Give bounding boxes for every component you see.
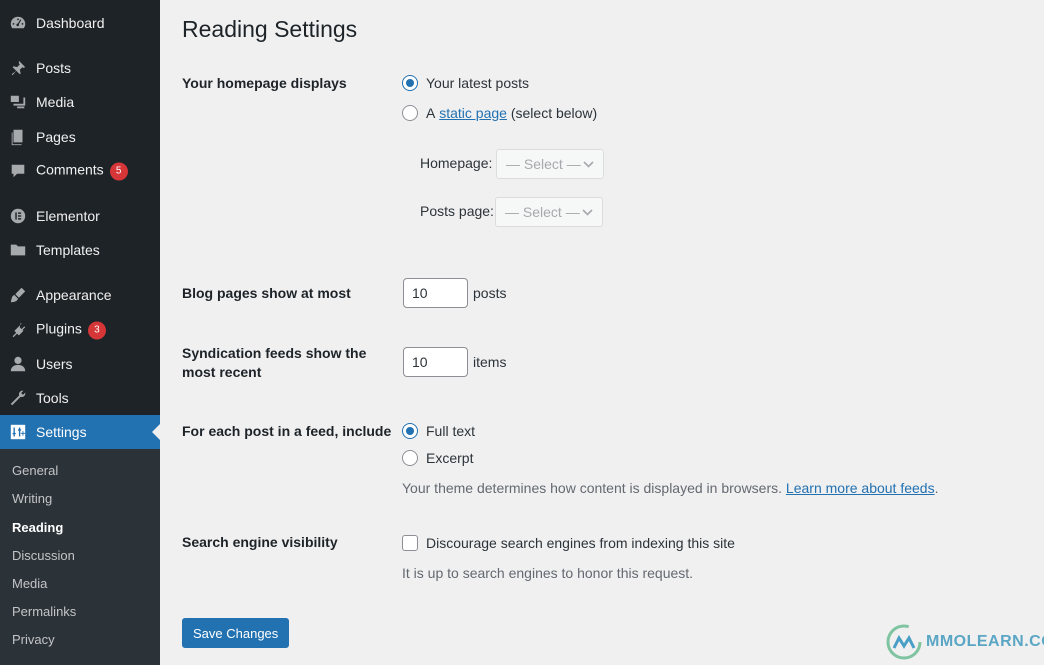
feed-items-input[interactable]: 10 (403, 347, 468, 377)
posts-per-page-input[interactable]: 10 (403, 278, 468, 308)
static-page-radio[interactable] (402, 105, 418, 121)
homepage-displays-label: Your homepage displays (182, 75, 347, 91)
static-page-prefix: A (426, 105, 436, 121)
feed-content-label: For each post in a feed, include (182, 423, 392, 439)
posts-page-select[interactable]: — Select — (495, 197, 603, 227)
menu-label: Users (36, 356, 73, 372)
static-page-suffix: (select below) (510, 105, 598, 121)
option-excerpt[interactable]: Excerpt (402, 450, 473, 466)
menu-appearance[interactable]: Appearance (0, 278, 160, 312)
menu-posts[interactable]: Posts (0, 51, 160, 85)
user-icon (9, 355, 27, 373)
menu-pages[interactable]: Pages (0, 120, 160, 154)
blog-pages-label: Blog pages show at most (182, 285, 351, 301)
menu-plugins[interactable]: Plugins 3 (0, 313, 160, 347)
menu-templates[interactable]: Templates (0, 233, 160, 267)
pin-icon (9, 59, 27, 77)
menu-label: Pages (36, 129, 76, 145)
feed-description-end: . (934, 480, 939, 496)
elementor-icon (9, 207, 27, 225)
full-text-radio[interactable] (402, 423, 418, 439)
menu-dashboard[interactable]: Dashboard (0, 6, 160, 40)
items-unit: items (473, 354, 507, 370)
menu-settings[interactable]: Settings (0, 415, 160, 449)
menu-label: Settings (36, 424, 87, 440)
submenu-reading[interactable]: Reading (12, 520, 63, 535)
page-title: Reading Settings (182, 16, 358, 42)
pages-icon (9, 128, 27, 146)
learn-more-feeds-link[interactable]: Learn more about feeds (786, 480, 935, 496)
plugins-update-badge: 3 (87, 321, 106, 340)
static-page-link[interactable]: static page (439, 105, 507, 121)
chevron-down-icon (582, 209, 593, 216)
comments-count-badge: 5 (109, 162, 128, 181)
submenu-general[interactable]: General (12, 463, 58, 478)
settings-icon (9, 423, 27, 441)
search-visibility-label: Search engine visibility (182, 534, 338, 550)
menu-elementor[interactable]: Elementor (0, 199, 160, 233)
watermark-text: MMOLEARN.COM (926, 633, 1044, 650)
homepage-select-value: — Select — (506, 156, 581, 172)
admin-sidebar: Dashboard Posts Media Pages Comments 5 El… (0, 0, 160, 665)
brush-icon (9, 286, 27, 304)
menu-label: Templates (36, 242, 100, 258)
menu-media[interactable]: Media (0, 85, 160, 119)
menu-users[interactable]: Users (0, 347, 160, 381)
submenu-discussion[interactable]: Discussion (12, 548, 75, 563)
homepage-select[interactable]: — Select — (496, 149, 604, 179)
syndication-label: Syndication feeds show the most recent (182, 345, 367, 380)
posts-unit: posts (473, 285, 507, 301)
latest-posts-label: Your latest posts (426, 75, 529, 91)
discourage-search-checkbox[interactable] (402, 535, 418, 551)
chevron-down-icon (583, 161, 594, 168)
wrench-icon (9, 389, 27, 407)
excerpt-label: Excerpt (426, 450, 474, 466)
settings-submenu: General Writing Reading Discussion Media… (0, 449, 160, 665)
watermark-logo-icon (886, 624, 922, 660)
posts-page-select-label: Posts page: (420, 203, 494, 219)
menu-tools[interactable]: Tools (0, 381, 160, 415)
plug-icon (9, 321, 27, 339)
menu-label-with-badge: Comments 5 (36, 162, 128, 181)
option-latest-posts[interactable]: Your latest posts (402, 75, 529, 91)
menu-label: Dashboard (36, 15, 105, 31)
excerpt-radio[interactable] (402, 450, 418, 466)
submenu-permalinks[interactable]: Permalinks (12, 604, 76, 619)
menu-label: Tools (36, 390, 69, 406)
menu-label: Elementor (36, 208, 100, 224)
option-discourage-search[interactable]: Discourage search engines from indexing … (402, 535, 735, 551)
option-full-text[interactable]: Full text (402, 423, 475, 439)
submenu-privacy[interactable]: Privacy (12, 632, 55, 647)
option-static-page[interactable]: A static page (select below) (402, 105, 597, 121)
menu-label: Comments (36, 161, 104, 178)
submenu-media[interactable]: Media (12, 576, 47, 591)
menu-comments[interactable]: Comments 5 (0, 154, 160, 188)
folder-icon (9, 241, 27, 259)
homepage-select-label: Homepage: (420, 155, 493, 171)
feed-description: Your theme determines how content is dis… (402, 480, 938, 496)
main-content: Reading Settings Your homepage displays … (160, 0, 1044, 665)
feed-description-text: Your theme determines how content is dis… (402, 480, 783, 496)
menu-label: Appearance (36, 287, 112, 303)
full-text-label: Full text (426, 423, 476, 439)
latest-posts-radio[interactable] (402, 75, 418, 91)
submenu-writing[interactable]: Writing (12, 491, 52, 506)
menu-label: Media (36, 94, 75, 110)
save-changes-button[interactable]: Save Changes (182, 618, 290, 648)
comment-icon (9, 162, 27, 180)
search-visibility-description: It is up to search engines to honor this… (402, 565, 694, 581)
discourage-search-label: Discourage search engines from indexing … (426, 535, 735, 551)
menu-label-with-badge: Plugins 3 (36, 321, 106, 340)
posts-page-select-value: — Select — (505, 204, 580, 220)
current-menu-arrow (152, 424, 160, 440)
menu-label: Plugins (36, 320, 82, 337)
menu-label: Posts (36, 60, 72, 76)
dashboard-icon (9, 14, 27, 32)
watermark: MMOLEARN.COM (884, 622, 1044, 662)
media-icon (9, 93, 27, 111)
